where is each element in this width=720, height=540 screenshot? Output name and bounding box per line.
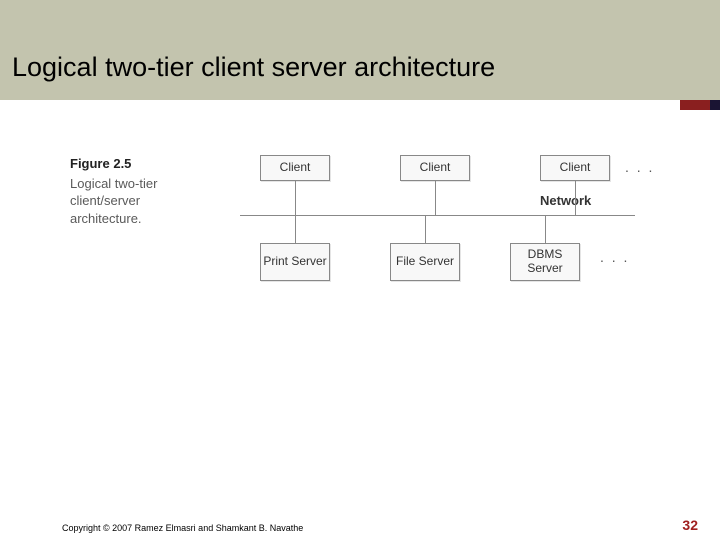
client-node: Client — [260, 155, 330, 181]
figure-caption: Figure 2.5 Logical two-tier client/serve… — [70, 155, 200, 227]
slide-title: Logical two-tier client server architect… — [12, 52, 495, 83]
client-node: Client — [400, 155, 470, 181]
figure-number: Figure 2.5 — [70, 155, 200, 173]
connector-line — [295, 181, 296, 215]
figure-area: Figure 2.5 Logical two-tier client/serve… — [70, 155, 670, 295]
figure-caption-text: Logical two-tier client/server architect… — [70, 176, 157, 226]
server-node: Print Server — [260, 243, 330, 281]
connector-line — [295, 215, 296, 243]
slide-footer: Copyright © 2007 Ramez Elmasri and Shamk… — [0, 513, 720, 533]
connector-line — [435, 181, 436, 215]
network-bus-line — [240, 215, 635, 216]
server-node: DBMS Server — [510, 243, 580, 281]
accent-strip — [0, 100, 720, 110]
connector-line — [575, 181, 576, 215]
architecture-diagram: Client Client Client . . . Network Print… — [240, 155, 670, 295]
title-bar: Logical two-tier client server architect… — [0, 0, 720, 100]
connector-line — [545, 215, 546, 243]
connector-line — [425, 215, 426, 243]
network-label: Network — [540, 193, 591, 208]
server-node: File Server — [390, 243, 460, 281]
ellipsis-icon: . . . — [625, 159, 654, 175]
ellipsis-icon: . . . — [600, 249, 629, 265]
copyright-text: Copyright © 2007 Ramez Elmasri and Shamk… — [62, 523, 303, 533]
client-node: Client — [540, 155, 610, 181]
page-number: 32 — [682, 517, 698, 533]
